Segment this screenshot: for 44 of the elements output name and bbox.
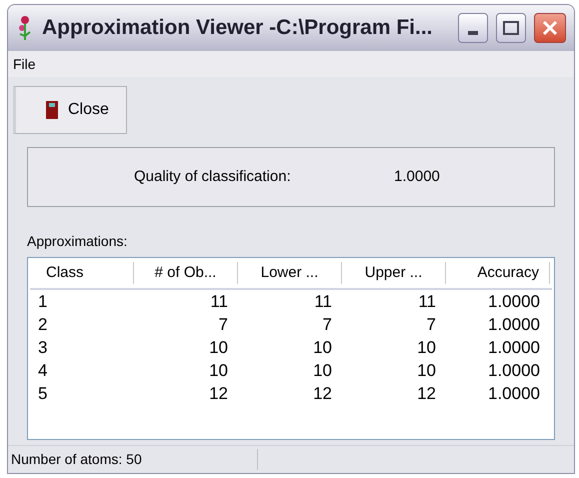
table-cell-text: 11 <box>417 292 437 312</box>
table-cell-text: 7 <box>218 314 229 334</box>
table-cell-text: 1.0000 <box>487 314 541 334</box>
table-cell-text: 10 <box>312 338 333 358</box>
table-cell-text: 3 <box>37 338 48 358</box>
column-header[interactable]: Class <box>30 262 134 284</box>
table-cell-text: 1.0000 <box>487 338 541 358</box>
table-cell-text: 4 <box>37 360 48 380</box>
status-text: Number of atoms: 50 <box>8 449 258 470</box>
table-cell-text: 7 <box>322 314 333 334</box>
table-cell-text: 12 <box>312 384 333 404</box>
table-cell-text: 1.0000 <box>487 384 541 404</box>
minimize-icon <box>468 31 478 35</box>
table-cell-text: 11 <box>313 292 333 312</box>
table-cell-text: 1.0000 <box>487 360 541 380</box>
table-cell-text: 12 <box>416 384 437 404</box>
maximize-icon <box>503 21 519 35</box>
table-cell-text: 1 <box>37 292 48 312</box>
close-icon <box>542 20 558 36</box>
table-cell-text: 10 <box>208 360 229 380</box>
table-cell-text: 10 <box>416 360 437 380</box>
table-cell-text: 12 <box>208 384 229 404</box>
close-button[interactable]: Close <box>13 86 127 134</box>
table-cell-text: 10 <box>208 338 229 358</box>
quality-label: Quality of classification: <box>134 166 292 187</box>
column-header[interactable]: Lower ... <box>238 262 342 284</box>
window-title: Approximation Viewer -C:\Program Fi... <box>42 15 434 42</box>
column-header[interactable]: Accuracy <box>446 262 550 284</box>
table-cell-text: 1.0000 <box>487 292 541 312</box>
table-cell-text: 10 <box>416 338 437 358</box>
table-cell-text: 5 <box>37 384 48 404</box>
column-header[interactable]: # of Ob... <box>134 262 238 284</box>
column-header[interactable]: Upper ... <box>342 262 446 284</box>
maximize-button[interactable] <box>496 13 526 43</box>
quality-value: 1.0000 <box>394 166 440 187</box>
close-window-button[interactable] <box>534 13 566 43</box>
table-cell-text: 11 <box>209 292 229 312</box>
minimize-button[interactable] <box>458 13 488 43</box>
approximations-label: Approximations: <box>27 232 128 251</box>
menu-item[interactable]: File <box>11 54 38 74</box>
table-cell-text: 2 <box>37 314 48 334</box>
door-icon <box>46 101 58 119</box>
table-cell-text: 7 <box>426 314 437 334</box>
table-cell-text: 10 <box>312 360 333 380</box>
